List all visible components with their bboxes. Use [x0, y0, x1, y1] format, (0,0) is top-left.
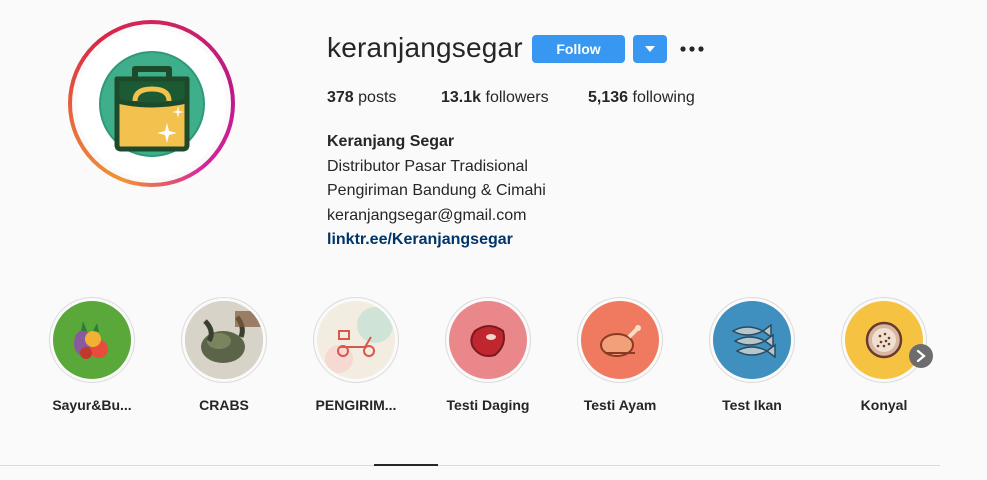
chicken-icon [581, 301, 659, 379]
followers-count: 13.1k [441, 89, 482, 106]
fish-icon [713, 301, 791, 379]
tabs-divider [0, 465, 940, 466]
highlight-label: Testi Daging [446, 397, 530, 413]
bio-line: Pengiriman Bandung & Cimahi [327, 182, 546, 199]
following-count: 5,136 [588, 89, 629, 106]
profile-link[interactable]: linktr.ee/Keranjangsegar [327, 228, 546, 253]
highlight-label: Testi Ayam [583, 397, 657, 413]
crab-photo [185, 301, 263, 379]
highlight-label: Sayur&Bu... [52, 397, 132, 413]
posts-count: 378 [327, 89, 354, 106]
highlight-label: Test Ikan [722, 397, 782, 413]
profile-page: keranjangsegar Follow 378 posts 13.1k fo… [0, 0, 987, 480]
highlight-item[interactable]: Testi Daging [445, 297, 531, 413]
ellipsis-icon [680, 46, 704, 52]
passion-fruit-icon [845, 301, 923, 379]
highlight-item[interactable]: PENGIRIM... [313, 297, 399, 413]
highlight-label: Konyal [860, 397, 908, 413]
following-stat[interactable]: 5,136 following [588, 89, 695, 107]
highlight-item[interactable]: Testi Ayam [577, 297, 663, 413]
follow-button[interactable]: Follow [532, 35, 625, 63]
highlight-item[interactable]: Sayur&Bu... [49, 297, 135, 413]
vegetables-icon [53, 301, 131, 379]
bio-line: Distributor Pasar Tradisional [327, 157, 528, 175]
chevron-down-icon [645, 46, 655, 52]
profile-avatar[interactable] [68, 20, 235, 187]
profile-bio: Keranjang Segar Distributor Pasar Tradis… [327, 130, 546, 253]
active-tab-indicator [374, 464, 438, 466]
basket-logo-icon [77, 29, 226, 178]
profile-full-name: Keranjang Segar [327, 133, 455, 150]
profile-username: keranjangsegar [327, 32, 523, 63]
highlight-item[interactable]: CRABS [181, 297, 267, 413]
followers-label: followers [485, 89, 549, 106]
highlight-label: PENGIRIM... [315, 397, 397, 413]
highlights-next-button[interactable] [909, 344, 933, 368]
suggestions-dropdown-button[interactable] [633, 35, 667, 63]
following-label: following [632, 89, 695, 106]
followers-stat[interactable]: 13.1k followers [441, 89, 549, 107]
more-options-button[interactable] [679, 36, 705, 62]
posts-label: posts [358, 89, 397, 106]
bio-line: keranjangsegar@gmail.com [327, 206, 527, 224]
posts-stat: 378 posts [327, 89, 396, 107]
highlight-item[interactable]: Test Ikan [709, 297, 795, 413]
highlight-label: CRABS [199, 397, 249, 413]
meat-icon [449, 301, 527, 379]
chevron-right-icon [916, 350, 926, 362]
delivery-scooter-icon [317, 301, 395, 379]
